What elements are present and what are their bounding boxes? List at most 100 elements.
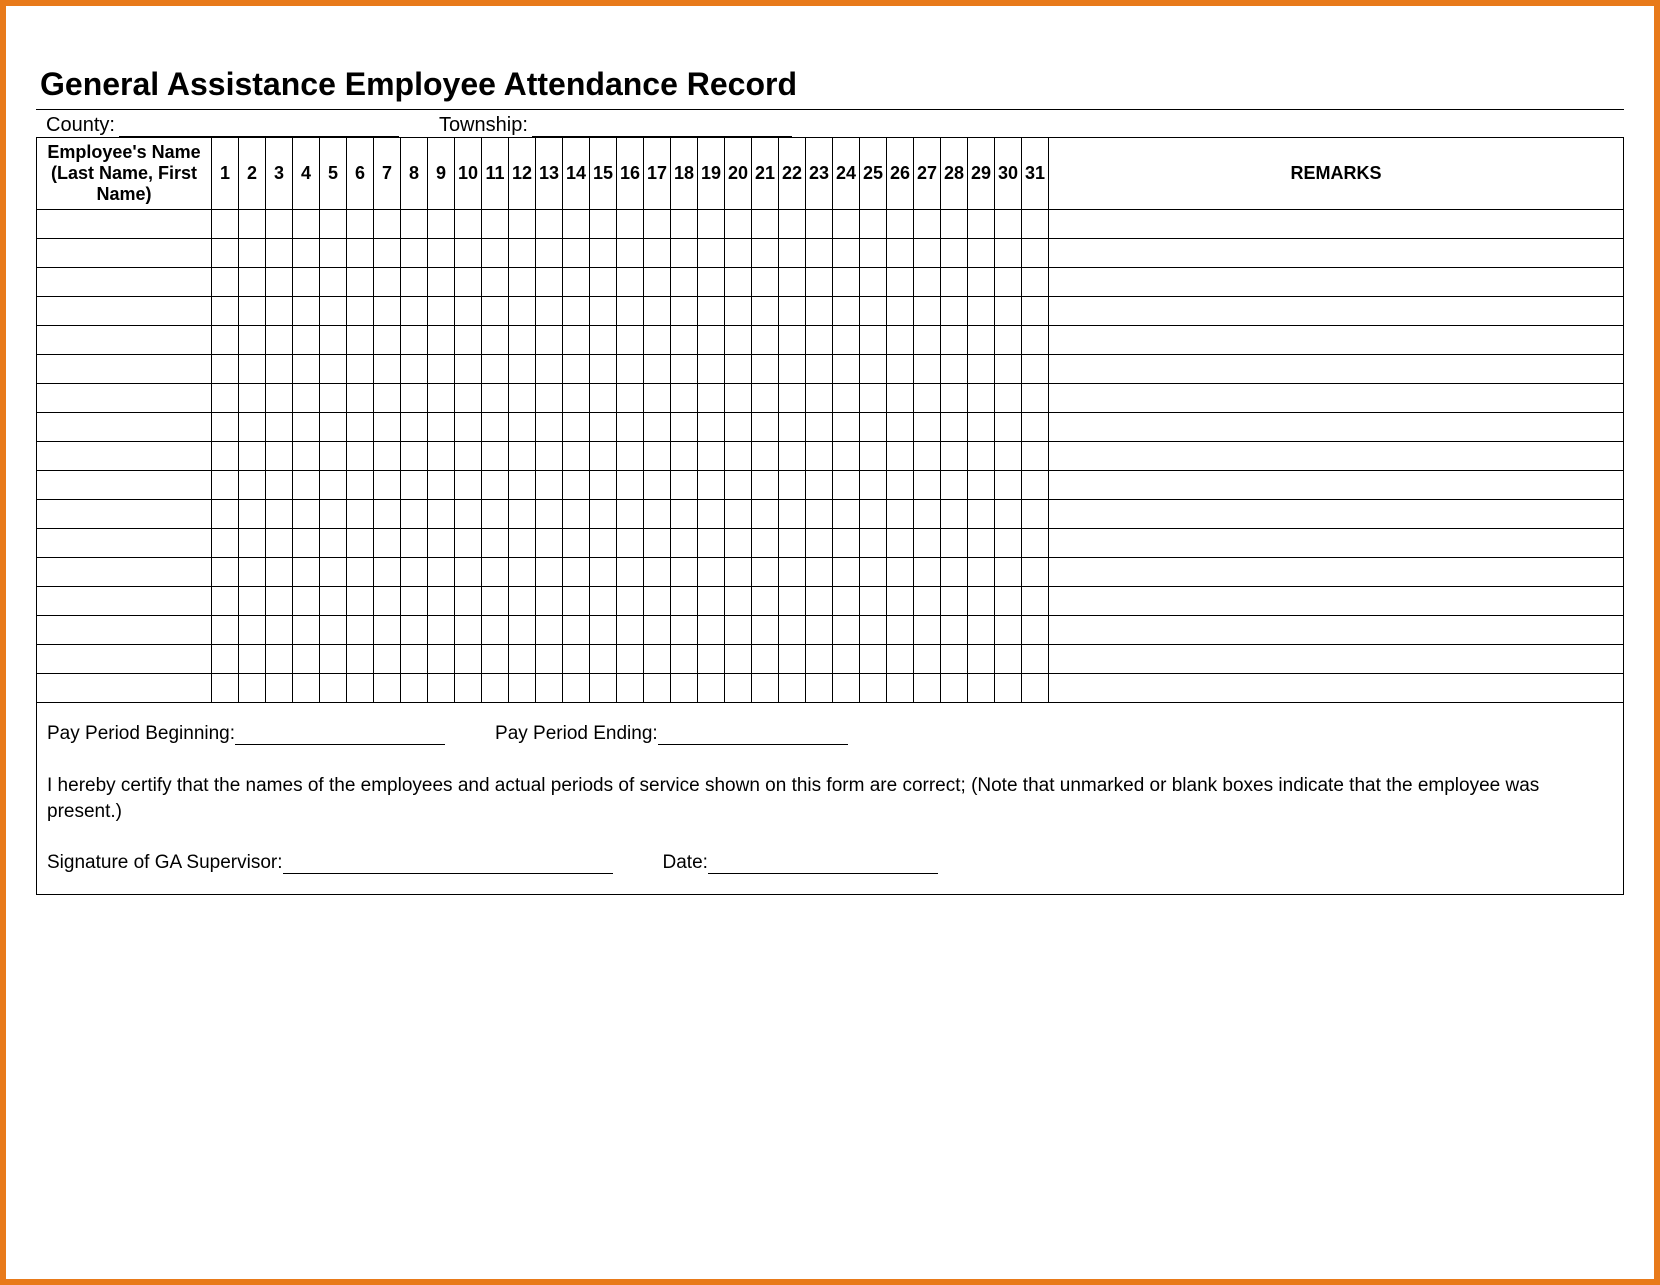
cell-day[interactable] <box>428 210 455 239</box>
cell-day[interactable] <box>671 355 698 384</box>
cell-day[interactable] <box>671 587 698 616</box>
cell-day[interactable] <box>374 645 401 674</box>
cell-day[interactable] <box>698 297 725 326</box>
cell-day[interactable] <box>671 210 698 239</box>
cell-remarks[interactable] <box>1049 529 1624 558</box>
cell-day[interactable] <box>482 210 509 239</box>
cell-day[interactable] <box>725 384 752 413</box>
cell-day[interactable] <box>1022 442 1049 471</box>
cell-day[interactable] <box>239 239 266 268</box>
cell-day[interactable] <box>941 587 968 616</box>
cell-day[interactable] <box>914 326 941 355</box>
cell-day[interactable] <box>941 645 968 674</box>
cell-day[interactable] <box>536 384 563 413</box>
cell-day[interactable] <box>428 529 455 558</box>
cell-day[interactable] <box>563 210 590 239</box>
cell-day[interactable] <box>671 500 698 529</box>
cell-day[interactable] <box>590 210 617 239</box>
cell-employee-name[interactable] <box>37 297 212 326</box>
cell-remarks[interactable] <box>1049 297 1624 326</box>
cell-day[interactable] <box>266 500 293 529</box>
cell-day[interactable] <box>914 355 941 384</box>
cell-day[interactable] <box>239 326 266 355</box>
cell-employee-name[interactable] <box>37 500 212 529</box>
cell-day[interactable] <box>860 297 887 326</box>
cell-day[interactable] <box>968 355 995 384</box>
cell-remarks[interactable] <box>1049 616 1624 645</box>
cell-day[interactable] <box>509 326 536 355</box>
cell-day[interactable] <box>644 674 671 703</box>
cell-day[interactable] <box>536 297 563 326</box>
cell-day[interactable] <box>941 442 968 471</box>
cell-day[interactable] <box>347 529 374 558</box>
cell-day[interactable] <box>320 413 347 442</box>
cell-day[interactable] <box>293 674 320 703</box>
cell-day[interactable] <box>833 384 860 413</box>
cell-day[interactable] <box>239 384 266 413</box>
cell-day[interactable] <box>590 500 617 529</box>
cell-day[interactable] <box>914 645 941 674</box>
cell-day[interactable] <box>914 384 941 413</box>
cell-day[interactable] <box>266 355 293 384</box>
pay-period-beginning-line[interactable] <box>235 723 445 745</box>
cell-day[interactable] <box>455 384 482 413</box>
cell-day[interactable] <box>293 268 320 297</box>
cell-day[interactable] <box>887 210 914 239</box>
cell-day[interactable] <box>563 413 590 442</box>
cell-day[interactable] <box>698 616 725 645</box>
cell-day[interactable] <box>374 326 401 355</box>
cell-remarks[interactable] <box>1049 210 1624 239</box>
cell-day[interactable] <box>644 558 671 587</box>
cell-day[interactable] <box>347 413 374 442</box>
cell-day[interactable] <box>374 500 401 529</box>
cell-day[interactable] <box>833 587 860 616</box>
cell-day[interactable] <box>860 355 887 384</box>
cell-day[interactable] <box>914 471 941 500</box>
cell-day[interactable] <box>833 500 860 529</box>
cell-day[interactable] <box>374 442 401 471</box>
cell-day[interactable] <box>401 210 428 239</box>
cell-day[interactable] <box>1022 500 1049 529</box>
cell-day[interactable] <box>887 297 914 326</box>
cell-day[interactable] <box>860 616 887 645</box>
cell-day[interactable] <box>563 268 590 297</box>
cell-day[interactable] <box>1022 587 1049 616</box>
cell-day[interactable] <box>536 500 563 529</box>
cell-day[interactable] <box>671 384 698 413</box>
cell-day[interactable] <box>347 645 374 674</box>
cell-day[interactable] <box>320 500 347 529</box>
cell-day[interactable] <box>563 529 590 558</box>
cell-day[interactable] <box>779 210 806 239</box>
cell-day[interactable] <box>698 471 725 500</box>
cell-day[interactable] <box>563 326 590 355</box>
cell-day[interactable] <box>266 239 293 268</box>
cell-day[interactable] <box>644 268 671 297</box>
cell-day[interactable] <box>779 384 806 413</box>
cell-day[interactable] <box>860 645 887 674</box>
cell-day[interactable] <box>239 674 266 703</box>
cell-day[interactable] <box>860 326 887 355</box>
cell-remarks[interactable] <box>1049 413 1624 442</box>
cell-remarks[interactable] <box>1049 674 1624 703</box>
cell-day[interactable] <box>536 413 563 442</box>
cell-day[interactable] <box>212 268 239 297</box>
cell-day[interactable] <box>644 326 671 355</box>
cell-day[interactable] <box>698 529 725 558</box>
cell-day[interactable] <box>536 558 563 587</box>
cell-day[interactable] <box>860 239 887 268</box>
cell-day[interactable] <box>428 616 455 645</box>
cell-day[interactable] <box>806 413 833 442</box>
cell-day[interactable] <box>725 558 752 587</box>
cell-day[interactable] <box>428 413 455 442</box>
cell-day[interactable] <box>914 674 941 703</box>
cell-day[interactable] <box>644 645 671 674</box>
cell-day[interactable] <box>374 674 401 703</box>
cell-day[interactable] <box>671 674 698 703</box>
cell-day[interactable] <box>779 268 806 297</box>
pay-period-ending-line[interactable] <box>658 723 848 745</box>
cell-day[interactable] <box>860 500 887 529</box>
cell-day[interactable] <box>401 587 428 616</box>
cell-day[interactable] <box>482 616 509 645</box>
cell-day[interactable] <box>617 239 644 268</box>
cell-day[interactable] <box>995 558 1022 587</box>
